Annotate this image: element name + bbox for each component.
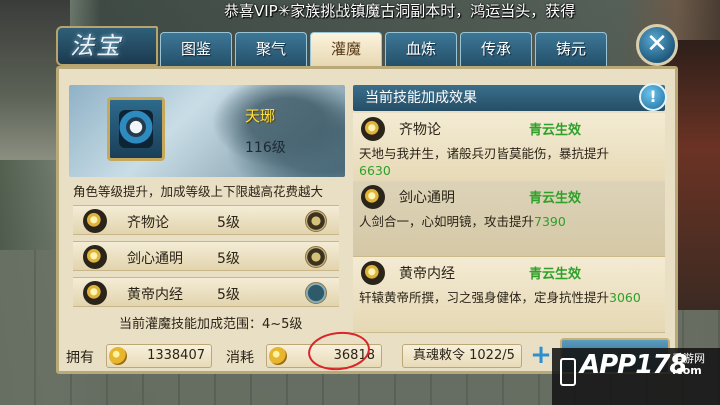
skill-name: 齐物论 xyxy=(127,215,169,231)
effect-status: 青云生效 xyxy=(529,123,582,138)
level-hint: 角色等级提升，加成等级上下限越高花费越大 xyxy=(73,184,324,199)
effect-status: 青云生效 xyxy=(529,191,582,206)
main-panel: 天琊 116级 角色等级提升，加成等级上下限越高花费越大 齐物论 5级 剑心通明… xyxy=(56,66,678,374)
effect-desc-text: 天地与我并生，诸般兵刃皆莫能伤，暴抗提升 xyxy=(359,146,610,161)
token-count: 真魂敕令 1022/5 xyxy=(402,344,522,368)
showcase-backdrop xyxy=(199,85,345,177)
effect-description: 人剑合一，心如明镜，攻击提升7390 xyxy=(359,213,659,230)
skill-icon xyxy=(361,117,385,141)
site-watermark: APP178 手游网 .com xyxy=(552,348,720,405)
watermark-url: .com xyxy=(672,364,702,377)
effect-card: 齐物论 青云生效 天地与我并生，诸般兵刃皆莫能伤，暴抗提升 6630 xyxy=(353,113,665,189)
tab-zhuyuan[interactable]: 铸元 xyxy=(535,32,607,66)
effect-desc-text: 轩辕黄帝所撰，习之强身健体，定身抗性提升 xyxy=(359,290,610,305)
effect-description: 轩辕黄帝所撰，习之强身健体，定身抗性提升3060 xyxy=(359,289,659,306)
own-label: 拥有 xyxy=(66,350,94,366)
skill-row: 黄帝内经 5级 xyxy=(73,277,339,307)
own-amount-box: 1338407 xyxy=(106,344,212,368)
item-name: 天琊 xyxy=(245,107,276,125)
effect-name: 齐物论 xyxy=(399,122,441,138)
skill-row: 剑心通明 5级 xyxy=(73,241,339,271)
announcement-marquee: 恭喜VIP✳家族挑战镇魔古洞副本时，鸿运当头，获得 xyxy=(224,2,576,20)
close-button[interactable]: ✕ xyxy=(636,24,678,66)
coin-icon xyxy=(109,347,127,365)
info-icon[interactable]: ! xyxy=(639,83,667,111)
skill-icon xyxy=(83,245,107,269)
skill-name: 剑心通明 xyxy=(127,251,183,267)
skill-toggle-button[interactable] xyxy=(305,210,327,232)
own-amount: 1338407 xyxy=(147,348,205,363)
tab-tujian[interactable]: 图鉴 xyxy=(160,32,232,66)
watermark-brand: APP178 xyxy=(580,350,688,380)
tab-juqi[interactable]: 聚气 xyxy=(235,32,307,66)
skill-toggle-button[interactable] xyxy=(305,246,327,268)
skill-icon xyxy=(83,281,107,305)
coin-icon xyxy=(269,347,287,365)
close-icon: ✕ xyxy=(646,29,668,59)
skill-level: 5级 xyxy=(217,251,240,267)
effect-value: 3060 xyxy=(609,290,641,305)
effect-status: 青云生效 xyxy=(529,267,582,282)
tab-xuelian[interactable]: 血炼 xyxy=(385,32,457,66)
add-token-button[interactable]: + xyxy=(530,342,552,368)
effect-card: 黄帝内经 青云生效 轩辕黄帝所撰，习之强身健体，定身抗性提升3060 xyxy=(353,257,665,333)
phone-icon xyxy=(560,358,576,386)
artifact-icon xyxy=(119,110,153,148)
effect-card: 剑心通明 青云生效 人剑合一，心如明镜，攻击提升7390 xyxy=(353,181,665,257)
top-bar: 法宝 图鉴 聚气 灌魔 血炼 传承 铸元 ✕ xyxy=(56,24,690,66)
skill-level: 5级 xyxy=(217,287,240,303)
info-symbol: ! xyxy=(649,87,657,106)
skill-icon xyxy=(83,209,107,233)
tab-bar: 图鉴 聚气 灌魔 血炼 传承 铸元 xyxy=(160,32,610,66)
cost-label: 消耗 xyxy=(226,350,254,366)
effects-header: 当前技能加成效果 xyxy=(353,85,665,111)
tab-chuancheng[interactable]: 传承 xyxy=(460,32,532,66)
effect-description: 天地与我并生，诸般兵刃皆莫能伤，暴抗提升 6630 xyxy=(359,145,659,179)
effect-desc-text: 人剑合一，心如明镜，攻击提升 xyxy=(359,214,535,229)
effect-value: 6630 xyxy=(359,163,391,178)
tab-guanmo[interactable]: 灌魔 xyxy=(310,32,382,66)
bonus-range-text: 当前灌魔技能加成范围：4~5级 xyxy=(119,317,303,332)
effect-value: 7390 xyxy=(534,214,566,229)
item-showcase: 天琊 116级 xyxy=(69,85,345,177)
item-slot[interactable] xyxy=(107,97,165,161)
item-level: 116级 xyxy=(245,140,286,156)
effect-name: 剑心通明 xyxy=(399,190,455,206)
effect-name: 黄帝内经 xyxy=(399,266,455,282)
skill-level: 5级 xyxy=(217,215,240,231)
fabao-logo: 法宝 xyxy=(56,26,158,66)
skill-toggle-button[interactable] xyxy=(305,282,327,304)
skill-name: 黄帝内经 xyxy=(127,287,183,303)
skill-row: 齐物论 5级 xyxy=(73,205,339,235)
skill-icon xyxy=(361,185,385,209)
plus-icon: + xyxy=(530,340,552,370)
skill-icon xyxy=(361,261,385,285)
